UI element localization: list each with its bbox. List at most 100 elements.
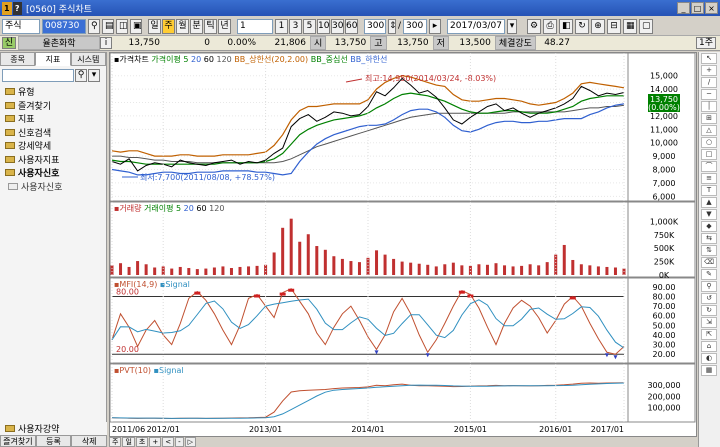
drawing-tool-icon-15[interactable]: ⇆ — [701, 233, 717, 244]
drawing-tool-icon-21[interactable]: ↻ — [701, 305, 717, 316]
drawing-tool-icon-3[interactable]: ─ — [701, 89, 717, 100]
tree-item-5[interactable]: 사용자지표 — [0, 153, 106, 167]
compare-icon[interactable]: ◫ — [116, 18, 128, 34]
refresh-icon[interactable]: ↻ — [575, 18, 590, 34]
drawing-tool-icon-6[interactable]: △ — [701, 125, 717, 136]
drawing-tool-icon-1[interactable]: + — [701, 65, 717, 76]
zoom-icon[interactable]: ⊕ — [591, 18, 606, 34]
drawing-tool-icon-2[interactable]: / — [701, 77, 717, 88]
drawing-tool-icon-11[interactable]: T — [701, 185, 717, 196]
period-tab-3[interactable]: 분 — [190, 18, 203, 34]
chevron-right-icon[interactable]: ▸ — [429, 18, 442, 34]
interval-button-30[interactable]: 30 — [331, 18, 344, 34]
interval-input[interactable]: 1 — [237, 18, 273, 34]
sidebar-tab-0[interactable]: 종목 — [0, 52, 36, 66]
period-tab-5[interactable]: 년 — [218, 18, 231, 34]
tree-item-1[interactable]: 즐겨찾기 — [0, 99, 106, 113]
drawing-tool-icon-25[interactable]: ◐ — [701, 353, 717, 364]
interval-button-10[interactable]: 10 — [317, 18, 330, 34]
sidebar-bottom-tab-2[interactable]: 삭제 — [71, 435, 108, 447]
period-tab-1[interactable]: 주 — [162, 18, 175, 34]
close-icon[interactable]: × — [705, 2, 718, 14]
drawing-tool-icon-20[interactable]: ↺ — [701, 293, 717, 304]
volume-bar — [383, 254, 387, 275]
chevron-down-icon[interactable]: ▾ — [507, 18, 518, 34]
drawing-tool-icon-12[interactable]: ▲ — [701, 197, 717, 208]
drawing-tool-icon-4[interactable]: │ — [701, 101, 717, 112]
x-tick-label: 2014/01 — [351, 425, 384, 434]
market-select[interactable]: 주식 — [2, 18, 40, 34]
split-icon[interactable]: ⊟ — [607, 18, 622, 34]
mfi-overbought-mark — [569, 296, 576, 300]
code-input[interactable]: 008730 — [42, 18, 86, 34]
bottom-button-5[interactable]: - — [175, 437, 184, 447]
bottom-button-6[interactable]: ▷ — [184, 437, 197, 447]
drawing-tool-icon-26[interactable]: ▦ — [701, 365, 717, 376]
sidebar-tab-2[interactable]: 시스템 — [70, 52, 106, 66]
count-input[interactable]: 300 — [364, 18, 386, 34]
drawing-tool-icon-24[interactable]: ⌂ — [701, 341, 717, 352]
tree-item-4[interactable]: 강세약세 — [0, 139, 106, 153]
price-legend-item: 120 — [214, 55, 232, 64]
drawing-tool-icon-14[interactable]: ◆ — [701, 221, 717, 232]
tree-sub-item[interactable]: 사용자신호 — [0, 180, 106, 194]
volume-bar — [255, 265, 259, 275]
sidebar-tab-1[interactable]: 지표 — [35, 52, 71, 66]
bottom-button-4[interactable]: < — [162, 437, 175, 447]
stepper-icon[interactable]: ⇕ — [388, 18, 397, 34]
period-tab-0[interactable]: 일 — [148, 18, 161, 34]
favorite-icon[interactable]: 신 — [2, 37, 16, 49]
drawing-tool-icon-7[interactable]: ○ — [701, 137, 717, 148]
tree-item-6[interactable]: 사용자신호 — [0, 166, 106, 180]
tree-item-3[interactable]: 신호검색 — [0, 126, 106, 140]
bottom-button-1[interactable]: 일 — [122, 437, 135, 447]
search-icon[interactable]: ⚲ — [75, 69, 87, 82]
filter-icon[interactable]: ▾ — [88, 69, 100, 82]
drawing-tool-icon-17[interactable]: ⌫ — [701, 257, 717, 268]
bottom-button-2[interactable]: 초 — [135, 437, 149, 447]
bottom-button-3[interactable]: + — [149, 437, 162, 447]
date-input[interactable]: 2017/03/07 — [447, 18, 506, 34]
drawing-tool-icon-13[interactable]: ▼ — [701, 209, 717, 220]
drawing-tool-icon-19[interactable]: ⚲ — [701, 281, 717, 292]
drawing-tool-icon-9[interactable]: ⌒ — [701, 161, 717, 172]
interval-button-1[interactable]: 1 — [275, 18, 288, 34]
drawing-tool-icon-5[interactable]: ⊞ — [701, 113, 717, 124]
minimize-icon[interactable]: _ — [677, 2, 690, 14]
info-icon[interactable]: i — [100, 37, 112, 49]
period-tab-4[interactable]: 틱 — [204, 18, 217, 34]
chart-canvas[interactable]: 15,00014,00013,00012,00011,00010,0009,00… — [110, 53, 696, 436]
mfi-oversold-mark — [604, 353, 609, 358]
drawing-tool-icon-18[interactable]: ✎ — [701, 269, 717, 280]
chart-type-icon[interactable]: ▤ — [102, 18, 114, 34]
print-icon[interactable]: ⎙ — [543, 18, 558, 34]
search-icon[interactable]: ⚲ — [88, 18, 100, 34]
drawing-tool-icon-16[interactable]: ⇅ — [701, 245, 717, 256]
indicator-search-input[interactable] — [2, 69, 74, 82]
interval-button-60[interactable]: 60 — [345, 18, 358, 34]
weekly-badge[interactable]: 1주 — [695, 37, 716, 49]
period-tab-2[interactable]: 월 — [176, 18, 189, 34]
save-icon[interactable]: ◧ — [559, 18, 574, 34]
drawing-tool-icon-10[interactable]: ≡ — [701, 173, 717, 184]
layout-icon[interactable]: ▦ — [623, 18, 638, 34]
drawing-tool-icon-8[interactable]: □ — [701, 149, 717, 160]
interval-button-3[interactable]: 3 — [289, 18, 302, 34]
drawing-tool-icon-23[interactable]: ⇱ — [701, 329, 717, 340]
folder-icon — [5, 88, 15, 96]
config-icon[interactable]: ⚙ — [527, 18, 542, 34]
tree-item-2[interactable]: 지표 — [0, 112, 106, 126]
volume-bar — [144, 264, 148, 275]
chart-area[interactable]: 15,00014,00013,00012,00011,00010,0009,00… — [109, 52, 697, 437]
drawing-tool-icon-0[interactable]: ↖ — [701, 53, 717, 64]
tree-item-0[interactable]: 유형 — [0, 85, 106, 99]
maximize-icon[interactable]: □ — [691, 2, 704, 14]
window-icon[interactable]: ▢ — [639, 18, 654, 34]
lock-icon[interactable]: ▣ — [130, 18, 142, 34]
bottom-button-0[interactable]: 주 — [109, 437, 122, 447]
tree-item-user-strength[interactable]: 사용자강약 — [0, 421, 107, 435]
sidebar-bottom-tab-1[interactable]: 등록 — [35, 435, 72, 447]
sidebar-bottom-tab-0[interactable]: 즐겨찾기 — [0, 435, 36, 447]
interval-button-5[interactable]: 5 — [303, 18, 316, 34]
drawing-tool-icon-22[interactable]: ⇲ — [701, 317, 717, 328]
